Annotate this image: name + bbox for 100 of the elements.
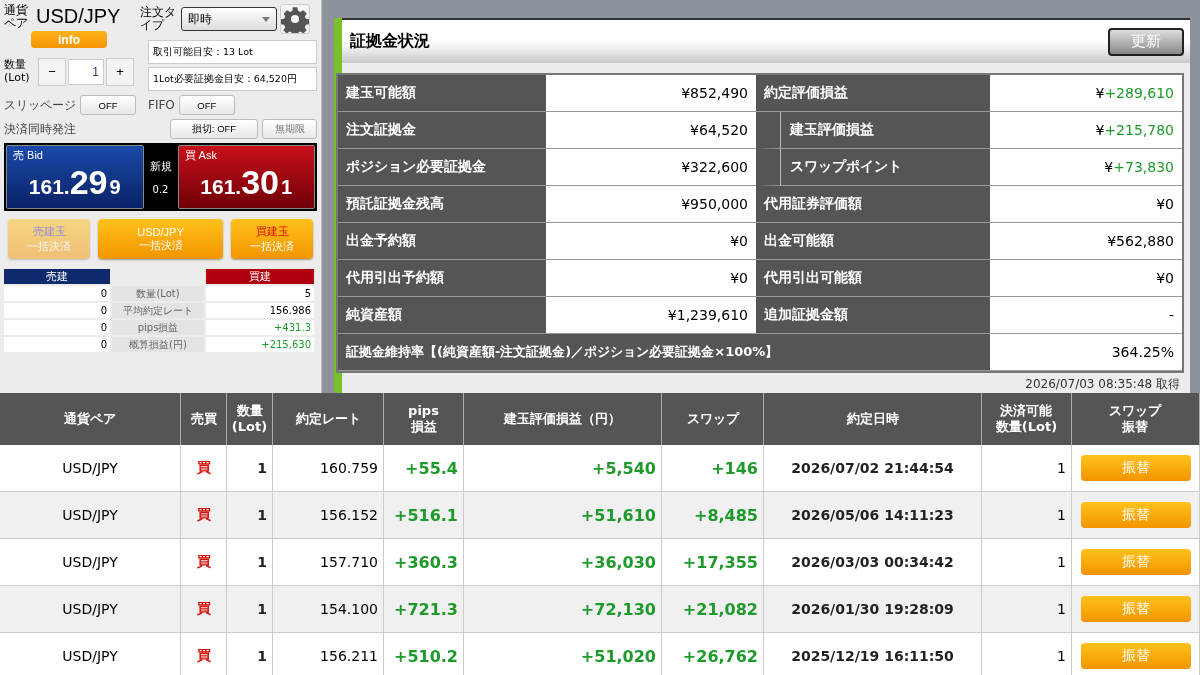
table-cell: +55.4 xyxy=(384,445,464,491)
bid-button[interactable]: 売 Bid 161.299 xyxy=(6,145,144,210)
table-cell: 1 xyxy=(227,539,273,585)
buy-header: 買建 xyxy=(206,269,314,285)
table-cell: 2026/03/03 00:34:42 xyxy=(764,539,982,585)
table-cell: 買 xyxy=(181,492,227,538)
timestamp: 2026/07/03 08:35:48 取得 xyxy=(1025,377,1180,391)
sell-header: 売建 xyxy=(4,269,110,285)
table-cell: 160.759 xyxy=(273,445,384,491)
row-label: 証拠金維持率【(純資産額-注文証拠金)／ポジション必要証拠金×100%】 xyxy=(346,343,779,361)
row-label: 出金予約額 xyxy=(346,232,416,250)
table-cell: 1 xyxy=(227,633,273,675)
table-cell: USD/JPY xyxy=(0,492,181,538)
pair-label: 通貨ペア xyxy=(4,4,29,30)
row-label: 代用証券評価額 xyxy=(764,195,862,213)
table-cell: 1 xyxy=(982,539,1072,585)
order-type-label: 注文タイプ xyxy=(140,6,177,32)
column-header: 数量 (Lot) xyxy=(231,403,268,435)
table-cell: 2026/05/06 14:11:23 xyxy=(764,492,982,538)
table-cell: +431.3 xyxy=(206,320,314,336)
table-cell: +721.3 xyxy=(384,586,464,632)
column-header: スワップ振替 xyxy=(1108,403,1163,435)
decrease-button[interactable]: − xyxy=(38,57,66,86)
quantity-field[interactable]: 1 xyxy=(68,58,104,85)
row-label: 平均約定レート xyxy=(112,303,204,319)
simultaneous-order-label: 決済同時発注 xyxy=(4,120,76,138)
column-header: 約定日時 xyxy=(846,411,899,427)
expiry-button[interactable]: 無期限 xyxy=(262,119,317,140)
spread-label: 新規 xyxy=(149,159,172,175)
table-cell: 買 xyxy=(181,445,227,491)
table-cell: +510.2 xyxy=(384,633,464,675)
table-cell: 156.211 xyxy=(273,633,384,675)
table-cell: 156.986 xyxy=(206,303,314,319)
row-label: スワップポイント xyxy=(790,158,902,176)
ask-button[interactable]: 買 Ask 161.301 xyxy=(177,145,315,210)
table-cell: 買 xyxy=(181,633,227,675)
column-header: 売買 xyxy=(190,411,217,427)
fifo-label: FIFO xyxy=(148,98,175,113)
section-title: 証拠金状況 xyxy=(350,31,430,52)
table-cell: +8,485 xyxy=(662,492,764,538)
table-cell: 2026/07/02 21:44:54 xyxy=(764,445,982,491)
table-cell: USD/JPY xyxy=(0,586,181,632)
column-header: 決済可能数量(Lot) xyxy=(995,403,1058,435)
spread-value: 0.2 xyxy=(152,184,169,196)
table-cell: 1 xyxy=(982,633,1072,675)
table-cell: 1 xyxy=(982,586,1072,632)
column-header: 通貨ペア xyxy=(64,411,116,427)
table-cell: +51,610 xyxy=(464,492,662,538)
row-label: 預託証拠金残高 xyxy=(346,195,444,213)
dropdown-caret-icon xyxy=(262,16,270,22)
column-header: pips 損益 xyxy=(408,403,439,435)
bulk-close-button[interactable]: 買建玉 一括決済 xyxy=(231,219,313,260)
table-cell: 買 xyxy=(181,586,227,632)
slippage-button[interactable]: OFF xyxy=(80,95,136,116)
table-cell: USD/JPY xyxy=(0,633,181,675)
table-cell: 1 xyxy=(227,445,273,491)
table-cell: 154.100 xyxy=(273,586,384,632)
table-cell: 1 xyxy=(227,586,273,632)
table-cell: 0 xyxy=(4,286,110,302)
increase-button[interactable]: + xyxy=(106,57,134,86)
settings-icon[interactable] xyxy=(280,4,310,34)
table-cell: 1 xyxy=(982,492,1072,538)
stop-loss-button[interactable]: 損切: OFF xyxy=(170,119,258,140)
currency-pair: USD/JPY xyxy=(36,5,121,29)
table-cell: +5,540 xyxy=(464,445,662,491)
fifo-button[interactable]: OFF xyxy=(178,95,235,116)
order-type-select[interactable]: 即時 xyxy=(181,7,277,31)
table-cell: USD/JPY xyxy=(0,539,181,585)
table-cell: +72,130 xyxy=(464,586,662,632)
table-cell: +21,082 xyxy=(662,586,764,632)
row-label: 数量(Lot) xyxy=(112,286,204,302)
table-cell: 1 xyxy=(982,445,1072,491)
row-label: 出金可能額 xyxy=(764,232,834,250)
row-label: ポジション必要証拠金 xyxy=(346,158,486,176)
row-label: 注文証拠金 xyxy=(346,121,416,139)
row-label: 建玉評価損益 xyxy=(790,121,874,139)
row-label: 代用引出可能額 xyxy=(764,269,862,287)
column-header: 建玉評価損益（円） xyxy=(504,411,621,427)
required-margin: 1Lot必要証拠金目安：64,520円 xyxy=(148,67,317,92)
table-cell: 買 xyxy=(181,539,227,585)
table-cell: +26,762 xyxy=(662,633,764,675)
row-label: 追加証拠金額 xyxy=(764,306,848,324)
table-cell: 0 xyxy=(4,303,110,319)
row-label: pips損益 xyxy=(112,320,204,336)
table-cell: +360.3 xyxy=(384,539,464,585)
table-cell: +215,630 xyxy=(206,337,314,353)
table-cell: 2026/01/30 19:28:09 xyxy=(764,586,982,632)
table-cell: 0 xyxy=(4,337,110,353)
table-cell: +36,030 xyxy=(464,539,662,585)
slippage-label: スリッページ xyxy=(4,96,76,114)
column-header: スワップ xyxy=(686,411,739,427)
row-label: 概算損益(円) xyxy=(112,337,204,353)
row-label: 純資産額 xyxy=(346,306,402,324)
table-cell: 156.152 xyxy=(273,492,384,538)
table-cell: 0 xyxy=(4,320,110,336)
table-cell: +146 xyxy=(662,445,764,491)
table-cell: USD/JPY xyxy=(0,445,181,491)
row-label: 代用引出予約額 xyxy=(346,269,444,287)
quantity-label: 数量 (Lot) xyxy=(4,59,31,85)
table-cell: +17,355 xyxy=(662,539,764,585)
